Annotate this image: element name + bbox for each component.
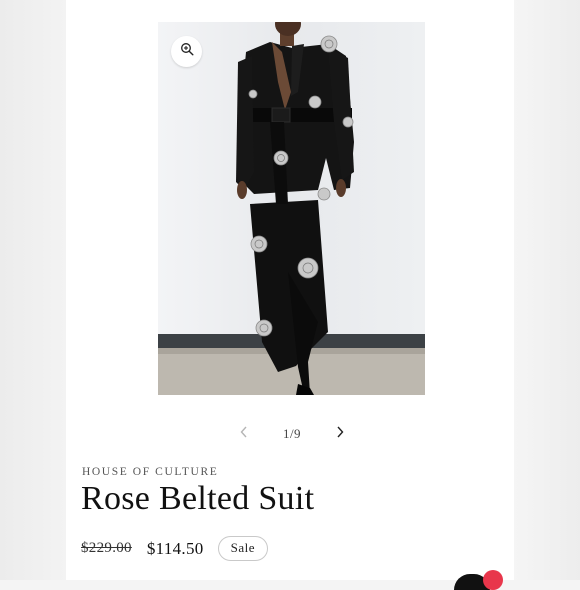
original-price: $229.00 bbox=[81, 540, 132, 556]
product-image[interactable] bbox=[158, 22, 425, 395]
zoom-in-icon bbox=[180, 42, 194, 61]
background-left bbox=[0, 0, 66, 580]
price-row: $229.00 $114.50 Sale bbox=[81, 536, 268, 561]
notification-badge bbox=[483, 570, 503, 590]
chevron-left-icon bbox=[240, 425, 248, 443]
previous-image-button[interactable] bbox=[232, 424, 256, 444]
zoom-button[interactable] bbox=[171, 36, 202, 67]
chevron-right-icon bbox=[336, 425, 344, 443]
sale-price: $114.50 bbox=[146, 538, 204, 558]
brand-name: HOUSE OF CULTURE bbox=[82, 466, 219, 478]
sale-badge: Sale bbox=[217, 536, 268, 561]
next-image-button[interactable] bbox=[328, 424, 352, 444]
product-title: Rose Belted Suit bbox=[81, 480, 315, 517]
image-pager: 1/9 bbox=[232, 424, 352, 444]
image-counter: 1/9 bbox=[282, 426, 302, 441]
background-right bbox=[514, 0, 580, 580]
